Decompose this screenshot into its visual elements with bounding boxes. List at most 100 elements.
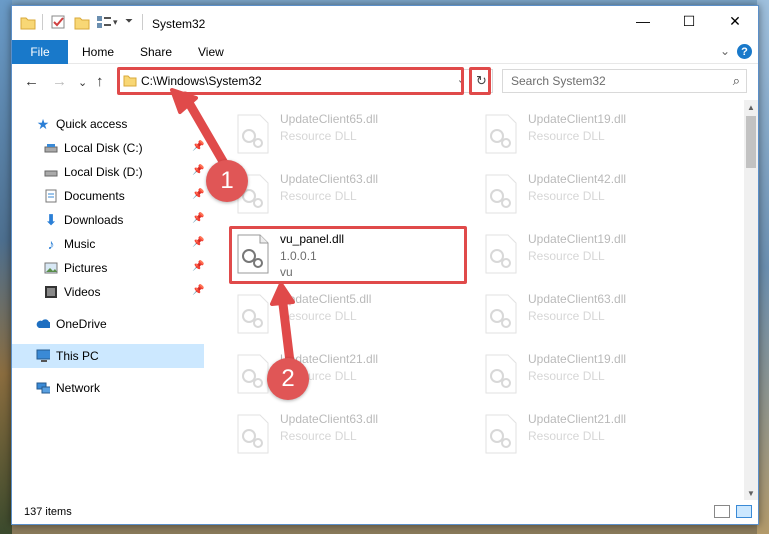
- dll-file-icon: [485, 114, 517, 154]
- sidebar-item-label: Music: [64, 237, 96, 251]
- chevron-down-icon[interactable]: ▾: [113, 17, 118, 28]
- tab-share[interactable]: Share: [140, 45, 172, 59]
- vertical-scrollbar[interactable]: ▲ ▼: [744, 100, 758, 500]
- file-type: Resource DLL: [280, 189, 357, 203]
- toolbar-divider: [42, 14, 43, 30]
- large-icons-view-icon[interactable]: [736, 505, 752, 518]
- file-item[interactable]: UpdateClient5.dll Resource DLL: [228, 288, 466, 344]
- sidebar-item-label: Local Disk (D:): [64, 165, 143, 179]
- pin-icon[interactable]: 📌: [192, 165, 204, 176]
- dll-file-icon: [237, 114, 269, 154]
- close-button[interactable]: ✕: [712, 6, 758, 36]
- expand-ribbon-icon[interactable]: ⌄: [720, 44, 730, 58]
- sidebar-item-label: This PC: [56, 349, 99, 363]
- drive-icon: [44, 170, 58, 177]
- search-input[interactable]: [511, 74, 711, 88]
- file-item[interactable]: UpdateClient19.dll Resource DLL: [476, 228, 714, 284]
- file-type: Resource DLL: [528, 369, 605, 383]
- pin-icon[interactable]: 📌: [192, 141, 204, 152]
- cloud-icon: [36, 319, 50, 328]
- sidebar-item-label: Quick access: [56, 117, 128, 131]
- tab-home[interactable]: Home: [82, 45, 114, 59]
- sidebar-item-label: Videos: [64, 285, 101, 299]
- file-name: UpdateClient63.dll: [280, 412, 379, 426]
- star-icon: ★: [36, 115, 50, 132]
- file-item[interactable]: UpdateClient21.dll Resource DLL: [476, 408, 714, 464]
- step-badge-1: 1: [206, 160, 248, 202]
- network-icon: [36, 382, 50, 394]
- file-item[interactable]: UpdateClient42.dll Resource DLL: [476, 168, 714, 224]
- file-item[interactable]: UpdateClient21.dll Resource DLL: [228, 348, 466, 404]
- sidebar-item-pictures[interactable]: Pictures 📌: [12, 256, 204, 280]
- tab-view[interactable]: View: [198, 45, 224, 59]
- view-options-icon[interactable]: [96, 15, 112, 29]
- details-view-icon[interactable]: [714, 505, 730, 518]
- scroll-down-icon[interactable]: ▼: [744, 486, 758, 500]
- search-box[interactable]: ⌕: [502, 69, 747, 93]
- computer-icon: [36, 349, 50, 362]
- sidebar-item-onedrive[interactable]: OneDrive: [12, 312, 204, 336]
- file-type: Resource DLL: [280, 309, 357, 323]
- file-tab[interactable]: File: [12, 40, 68, 64]
- scroll-up-icon[interactable]: ▲: [744, 100, 758, 114]
- sidebar-item-local-disk-d[interactable]: Local Disk (D:) 📌: [12, 160, 204, 184]
- sidebar-item-label: Documents: [64, 189, 125, 203]
- file-type: Resource DLL: [280, 429, 357, 443]
- download-icon: ⬇: [44, 212, 58, 229]
- file-item[interactable]: UpdateClient19.dll Resource DLL: [476, 108, 714, 164]
- pin-icon[interactable]: 📌: [192, 213, 204, 224]
- file-name: UpdateClient65.dll: [280, 112, 379, 126]
- pin-icon[interactable]: 📌: [192, 285, 204, 296]
- back-button[interactable]: ←: [24, 73, 39, 90]
- sidebar-item-label: Network: [56, 381, 101, 395]
- file-item[interactable]: UpdateClient65.dll Resource DLL: [228, 108, 466, 164]
- folder-icon: [20, 17, 36, 30]
- ribbon: File Home Share View ⌄ ?: [12, 40, 758, 64]
- pin-icon[interactable]: 📌: [192, 189, 204, 200]
- recent-locations-button[interactable]: ⌄: [78, 76, 87, 89]
- sidebar-item-quick-access[interactable]: ★ Quick access: [12, 112, 204, 136]
- file-item[interactable]: UpdateClient63.dll Resource DLL: [228, 408, 466, 464]
- dll-file-icon: [237, 414, 269, 454]
- file-item[interactable]: UpdateClient63.dll Resource DLL: [228, 168, 466, 224]
- sidebar-item-music[interactable]: ♪ Music 📌: [12, 232, 205, 256]
- dll-file-icon: [485, 294, 517, 334]
- file-item[interactable]: UpdateClient63.dll Resource DLL: [476, 288, 714, 344]
- title-divider: [142, 14, 143, 30]
- sidebar-item-videos[interactable]: Videos 📌: [12, 280, 204, 304]
- file-name: UpdateClient63.dll: [280, 172, 379, 186]
- file-item[interactable]: UpdateClient19.dll Resource DLL: [476, 348, 714, 404]
- file-name: UpdateClient5.dll: [280, 292, 372, 306]
- customize-toolbar-icon[interactable]: ⏷: [125, 16, 133, 27]
- sidebar-item-network[interactable]: Network: [12, 376, 204, 400]
- maximize-button[interactable]: ☐: [666, 6, 712, 36]
- sidebar-item-label: OneDrive: [56, 317, 107, 331]
- file-type: Resource DLL: [280, 129, 357, 143]
- sidebar-item-label: Downloads: [64, 213, 124, 227]
- sidebar-item-local-disk-c[interactable]: Local Disk (C:) 📌: [12, 136, 204, 160]
- sidebar-item-downloads[interactable]: ⬇ Downloads 📌: [12, 208, 205, 232]
- forward-button[interactable]: →: [52, 73, 67, 90]
- pin-icon[interactable]: 📌: [192, 237, 204, 248]
- pictures-icon: [44, 262, 58, 274]
- pin-icon[interactable]: 📌: [192, 261, 204, 272]
- new-folder-icon[interactable]: [74, 16, 90, 30]
- status-bar: 137 items: [12, 500, 758, 524]
- file-name: UpdateClient19.dll: [528, 352, 627, 366]
- minimize-button[interactable]: —: [620, 6, 666, 36]
- help-icon[interactable]: ?: [737, 44, 752, 59]
- properties-icon[interactable]: [50, 14, 66, 30]
- music-icon: ♪: [47, 236, 55, 252]
- dll-file-icon: [237, 294, 269, 334]
- sidebar-item-documents[interactable]: Documents 📌: [12, 184, 204, 208]
- sidebar-item-this-pc[interactable]: This PC: [12, 344, 204, 368]
- file-name: UpdateClient42.dll: [528, 172, 627, 186]
- sidebar-item-label: Pictures: [64, 261, 108, 275]
- search-icon[interactable]: ⌕: [733, 73, 740, 89]
- navigation-pane: ★ Quick access Local Disk (C:) 📌 Local D…: [12, 100, 208, 500]
- up-button[interactable]: ↑: [96, 73, 104, 90]
- scroll-thumb[interactable]: [746, 116, 756, 168]
- dll-file-icon: [485, 354, 517, 394]
- file-name: UpdateClient63.dll: [528, 292, 627, 306]
- file-highlight-box: [229, 226, 467, 284]
